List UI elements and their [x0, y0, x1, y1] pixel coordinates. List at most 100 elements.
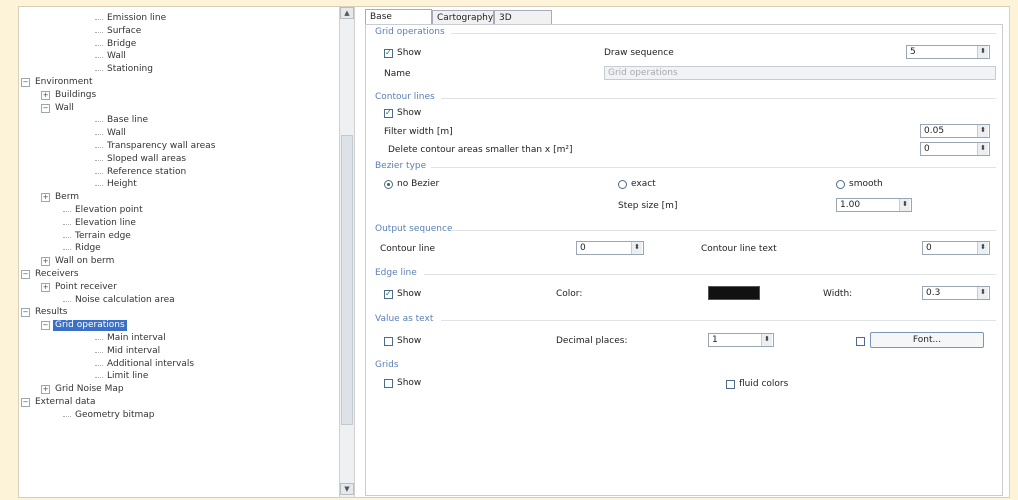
- delete-areas-input[interactable]: 0 ⬍: [920, 142, 990, 156]
- scroll-up-button[interactable]: ▲: [340, 7, 354, 19]
- chevron-up-icon: ▲: [344, 9, 350, 17]
- spin-icon[interactable]: ⬍: [977, 242, 988, 254]
- tree-item[interactable]: Berm: [53, 192, 81, 203]
- tree-item[interactable]: Geometry bitmap: [73, 410, 156, 421]
- spin-icon[interactable]: ⬍: [977, 287, 988, 299]
- exact-radio[interactable]: [618, 180, 627, 189]
- tree-item-label: External data: [35, 397, 96, 407]
- tree-item-label: Wall on berm: [55, 256, 115, 266]
- step-size-label: Step size [m]: [618, 201, 678, 211]
- tree-connector: [95, 173, 103, 174]
- expand-icon[interactable]: +: [41, 283, 50, 292]
- filter-width-input[interactable]: 0.05 ⬍: [920, 124, 990, 138]
- grids-show-checkbox[interactable]: [384, 379, 393, 388]
- no-bezier-radio[interactable]: [384, 180, 393, 189]
- contour-line-text-label: Contour line text: [701, 244, 777, 254]
- tree-connector: [63, 249, 71, 250]
- tree-item[interactable]: Wall: [105, 51, 128, 62]
- spin-icon[interactable]: ⬍: [977, 143, 988, 155]
- spin-icon[interactable]: ⬍: [977, 125, 988, 137]
- tab-3d-graphics[interactable]: 3D graphics: [494, 10, 552, 37]
- collapse-icon[interactable]: −: [21, 398, 30, 407]
- spin-icon[interactable]: ⬍: [899, 199, 910, 211]
- tree-item[interactable]: Mid interval: [105, 346, 162, 357]
- tree-item[interactable]: Elevation point: [73, 205, 145, 216]
- tree-item[interactable]: Ridge: [73, 243, 103, 254]
- spin-icon[interactable]: ⬍: [631, 242, 642, 254]
- tab-base-settings[interactable]: Base settings: [365, 9, 432, 36]
- decimal-places-input[interactable]: 1 ⬍: [708, 333, 774, 347]
- value-text-show-checkbox[interactable]: [384, 337, 393, 346]
- smooth-radio[interactable]: [836, 180, 845, 189]
- expand-icon[interactable]: +: [41, 91, 50, 100]
- tree-item[interactable]: Wall: [105, 128, 128, 139]
- tree-item[interactable]: Sloped wall areas: [105, 154, 188, 165]
- edge-show-checkbox[interactable]: [384, 289, 393, 299]
- delete-areas-value: 0: [924, 144, 930, 154]
- scroll-down-button[interactable]: ▼: [340, 483, 354, 495]
- font-checkbox[interactable]: [856, 337, 865, 346]
- tree-item[interactable]: Noise calculation area: [73, 295, 177, 306]
- collapse-icon[interactable]: −: [41, 321, 50, 330]
- filter-width-value: 0.05: [924, 126, 945, 136]
- decimal-places-label: Decimal places:: [556, 336, 628, 346]
- tree-view[interactable]: Emission line Surface Bridge Wall Stationing…: [19, 7, 339, 497]
- tree-item[interactable]: Terrain edge: [73, 231, 133, 242]
- expand-icon[interactable]: +: [41, 385, 50, 394]
- delete-areas-label: Delete contour areas smaller than x [m²]: [388, 145, 573, 155]
- edge-color-swatch[interactable]: [708, 286, 760, 300]
- tab-cartography[interactable]: Cartography: [432, 10, 494, 24]
- tree-item[interactable]: Wall: [53, 103, 76, 114]
- draw-sequence-input[interactable]: 5 ⬍: [906, 45, 990, 59]
- step-size-input[interactable]: 1.00 ⬍: [836, 198, 912, 212]
- name-input[interactable]: Grid operations: [604, 66, 996, 80]
- tree-item[interactable]: Results: [33, 307, 70, 318]
- tree-item[interactable]: Point receiver: [53, 282, 119, 293]
- tree-item[interactable]: Buildings: [53, 90, 98, 101]
- fluid-colors-checkbox[interactable]: [726, 380, 735, 389]
- group-title-grid-operations: Grid operations: [375, 27, 445, 37]
- contour-line-input[interactable]: 0 ⬍: [576, 241, 644, 255]
- step-size-value: 1.00: [840, 200, 861, 210]
- tree-item[interactable]: Transparency wall areas: [105, 141, 217, 152]
- collapse-icon[interactable]: −: [21, 270, 30, 279]
- spin-icon[interactable]: ⬍: [977, 46, 988, 58]
- grid-ops-show-checkbox[interactable]: [384, 48, 393, 58]
- scroll-thumb[interactable]: [341, 135, 353, 425]
- tree-item[interactable]: Base line: [105, 115, 150, 126]
- tree-scrollbar[interactable]: ▲ ▼: [339, 7, 355, 497]
- tree-connector: [95, 352, 103, 353]
- tree-item-label: Grid Noise Map: [55, 384, 124, 394]
- tree-item[interactable]: Stationing: [105, 64, 155, 75]
- tree-item[interactable]: Wall on berm: [53, 256, 116, 267]
- tree-item[interactable]: Reference station: [105, 167, 188, 178]
- tree-item[interactable]: Limit line: [105, 371, 150, 382]
- expand-icon[interactable]: +: [41, 193, 50, 202]
- tree-connector: [95, 147, 103, 148]
- tree-item[interactable]: Elevation line: [73, 218, 138, 229]
- collapse-icon[interactable]: −: [21, 78, 30, 87]
- grids-show-label: Show: [397, 378, 422, 388]
- draw-sequence-label: Draw sequence: [604, 48, 674, 58]
- tree-item[interactable]: Height: [105, 179, 139, 190]
- tree-item[interactable]: Additional intervals: [105, 359, 196, 370]
- expand-icon[interactable]: +: [41, 257, 50, 266]
- tree-item[interactable]: Grid Noise Map: [53, 384, 126, 395]
- collapse-icon[interactable]: −: [41, 104, 50, 113]
- tree-item[interactable]: Bridge: [105, 39, 138, 50]
- tree-item-label: Mid interval: [107, 346, 161, 356]
- tree-item[interactable]: Environment: [33, 77, 94, 88]
- tree-item[interactable]: Receivers: [33, 269, 81, 280]
- tree-connector: [95, 185, 103, 186]
- tree-item[interactable]: Grid operations: [53, 320, 127, 331]
- tree-item[interactable]: Main interval: [105, 333, 168, 344]
- tree-item[interactable]: Surface: [105, 26, 143, 37]
- collapse-icon[interactable]: −: [21, 308, 30, 317]
- spin-icon[interactable]: ⬍: [761, 334, 772, 346]
- tree-item[interactable]: Emission line: [105, 13, 168, 24]
- contour-show-checkbox[interactable]: [384, 108, 393, 118]
- tree-item[interactable]: External data: [33, 397, 97, 408]
- contour-line-text-input[interactable]: 0 ⬍: [922, 241, 990, 255]
- edge-width-input[interactable]: 0.3 ⬍: [922, 286, 990, 300]
- font-button[interactable]: Font...: [870, 332, 984, 348]
